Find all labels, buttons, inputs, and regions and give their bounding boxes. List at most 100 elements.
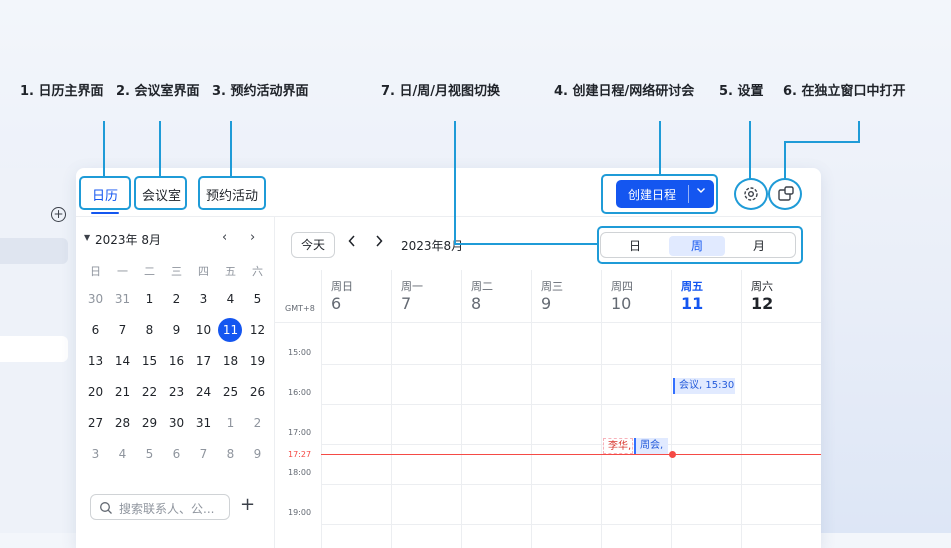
highlight-calendar-tab [79, 176, 131, 210]
day-column-header[interactable]: 周六 12 [741, 278, 811, 326]
weekday-header: 四 [198, 265, 209, 278]
mini-calendar-day[interactable]: 18 [217, 354, 244, 368]
mini-calendar-day[interactable]: 4 [217, 292, 244, 306]
mini-calendar-day[interactable]: 29 [136, 416, 163, 430]
mini-calendar-day[interactable]: 25 [217, 385, 244, 399]
mini-calendar-title[interactable]: 2023年 8月 [95, 231, 161, 248]
event-tentative[interactable]: 李华, [603, 438, 633, 454]
today-button[interactable]: 今天 [291, 232, 335, 258]
date-number: 12 [751, 294, 774, 313]
mini-calendar-day[interactable]: 30 [163, 416, 190, 430]
weekday-label: 周二 [471, 280, 493, 293]
hour-gridline [321, 364, 821, 365]
day-column-header[interactable]: 周日 6 [321, 278, 391, 326]
weekday-header: 一 [117, 265, 128, 278]
mini-calendar-day[interactable]: 23 [163, 385, 190, 399]
mini-calendar-day[interactable]: 30 [82, 292, 109, 306]
prev-month-icon[interactable]: ‹ [222, 230, 227, 245]
hour-label: 18:00 [288, 468, 312, 477]
hour-gridline [321, 484, 821, 485]
annotation-booking: 3. 预约活动界面 [212, 84, 309, 99]
connector-line [784, 141, 786, 179]
mini-calendar-day[interactable]: 3 [190, 292, 217, 306]
date-number: 7 [401, 294, 412, 313]
day-column-header[interactable]: 周三 9 [531, 278, 601, 326]
mini-calendar-day[interactable]: 4 [109, 447, 136, 461]
date-number: 10 [611, 294, 632, 313]
mini-calendar-day[interactable]: 5 [244, 292, 271, 306]
calendar-window: 日历 会议室 预约活动 创建日程 ▼ 2023年 8月 ‹ › 日一 二 三 四… [76, 168, 821, 548]
mini-calendar-day[interactable]: 1 [136, 292, 163, 306]
weekday-header: 六 [252, 265, 263, 278]
mini-calendar-day[interactable]: 16 [163, 354, 190, 368]
hour-label: 17:00 [288, 428, 312, 437]
annotation-view-switch: 7. 日/周/月视图切换 [381, 84, 501, 99]
mini-calendar-day[interactable]: 21 [109, 385, 136, 399]
annotation-create-event: 4. 创建日程/网络研讨会 [554, 84, 695, 99]
day-column-divider [321, 270, 322, 548]
weekday-header: 日 [90, 265, 101, 278]
current-time-line [321, 454, 821, 455]
mini-calendar-day[interactable]: 7 [109, 323, 136, 337]
caret-down-icon[interactable]: ▼ [84, 233, 90, 242]
connector-line [858, 121, 860, 143]
highlight-open-window [768, 178, 802, 210]
day-column-header[interactable]: 周一 7 [391, 278, 461, 326]
add-circle-icon[interactable]: + [51, 207, 66, 222]
event-meeting[interactable]: 会议, 15:30 [673, 378, 735, 394]
prev-week-icon[interactable] [347, 234, 357, 252]
mini-calendar-day[interactable]: 7 [190, 447, 217, 461]
connector-line [103, 121, 105, 177]
mini-calendar-day[interactable]: 17 [190, 354, 217, 368]
mini-calendar-day[interactable]: 26 [244, 385, 271, 399]
mini-calendar-day[interactable]: 6 [82, 323, 109, 337]
day-column-header[interactable]: 周二 8 [461, 278, 531, 326]
mini-calendar-day[interactable]: 2 [163, 292, 190, 306]
search-input[interactable]: 搜索联系人、公... [90, 494, 230, 520]
mini-calendar-day[interactable]: 6 [163, 447, 190, 461]
weekday-label: 周一 [401, 280, 423, 293]
mini-calendar-day[interactable]: 9 [244, 447, 271, 461]
mini-calendar-day[interactable]: 28 [109, 416, 136, 430]
date-number: 6 [331, 294, 342, 313]
next-week-icon[interactable] [374, 234, 384, 252]
date-number: 8 [471, 294, 482, 313]
mini-calendar-day[interactable]: 2 [244, 416, 271, 430]
hour-label: 16:00 [288, 388, 312, 397]
background-sidebar-item [0, 336, 68, 362]
hour-label: 15:00 [288, 348, 312, 357]
day-column-header[interactable]: 周五 11 [671, 278, 741, 326]
mini-calendar-day[interactable]: 27 [82, 416, 109, 430]
mini-calendar-day[interactable]: 15 [136, 354, 163, 368]
highlight-create-button [601, 174, 718, 214]
mini-calendar-day[interactable]: 31 [190, 416, 217, 430]
mini-calendar-day[interactable]: 24 [190, 385, 217, 399]
day-column-divider [671, 270, 672, 548]
connector-line [784, 141, 860, 143]
event-weekly-meeting[interactable]: 周会, [634, 438, 668, 454]
search-icon [99, 500, 113, 519]
mini-calendar-day[interactable]: 5 [136, 447, 163, 461]
mini-calendar-day[interactable]: 8 [217, 447, 244, 461]
mini-calendar-day[interactable]: 10 [190, 323, 217, 337]
mini-calendar-day[interactable]: 13 [82, 354, 109, 368]
next-month-icon[interactable]: › [250, 230, 255, 245]
weekday-label: 周四 [611, 280, 633, 293]
mini-calendar-day[interactable]: 22 [136, 385, 163, 399]
mini-calendar-day[interactable]: 20 [82, 385, 109, 399]
add-icon[interactable]: + [240, 494, 255, 515]
weekday-header: 三 [171, 265, 182, 278]
day-column-header[interactable]: 周四 10 [601, 278, 671, 326]
search-placeholder: 搜索联系人、公... [119, 502, 215, 516]
mini-calendar-day[interactable]: 12 [244, 323, 271, 337]
highlight-booking-tab [198, 176, 266, 210]
mini-calendar-day[interactable]: 19 [244, 354, 271, 368]
mini-calendar-day[interactable]: 8 [136, 323, 163, 337]
mini-calendar-day[interactable]: 3 [82, 447, 109, 461]
mini-calendar-day[interactable]: 31 [109, 292, 136, 306]
mini-calendar-day[interactable]: 1 [217, 416, 244, 430]
mini-calendar-today[interactable]: 11 [217, 323, 244, 337]
mini-calendar-day[interactable]: 14 [109, 354, 136, 368]
mini-calendar-day[interactable]: 9 [163, 323, 190, 337]
date-number: 11 [681, 294, 704, 313]
